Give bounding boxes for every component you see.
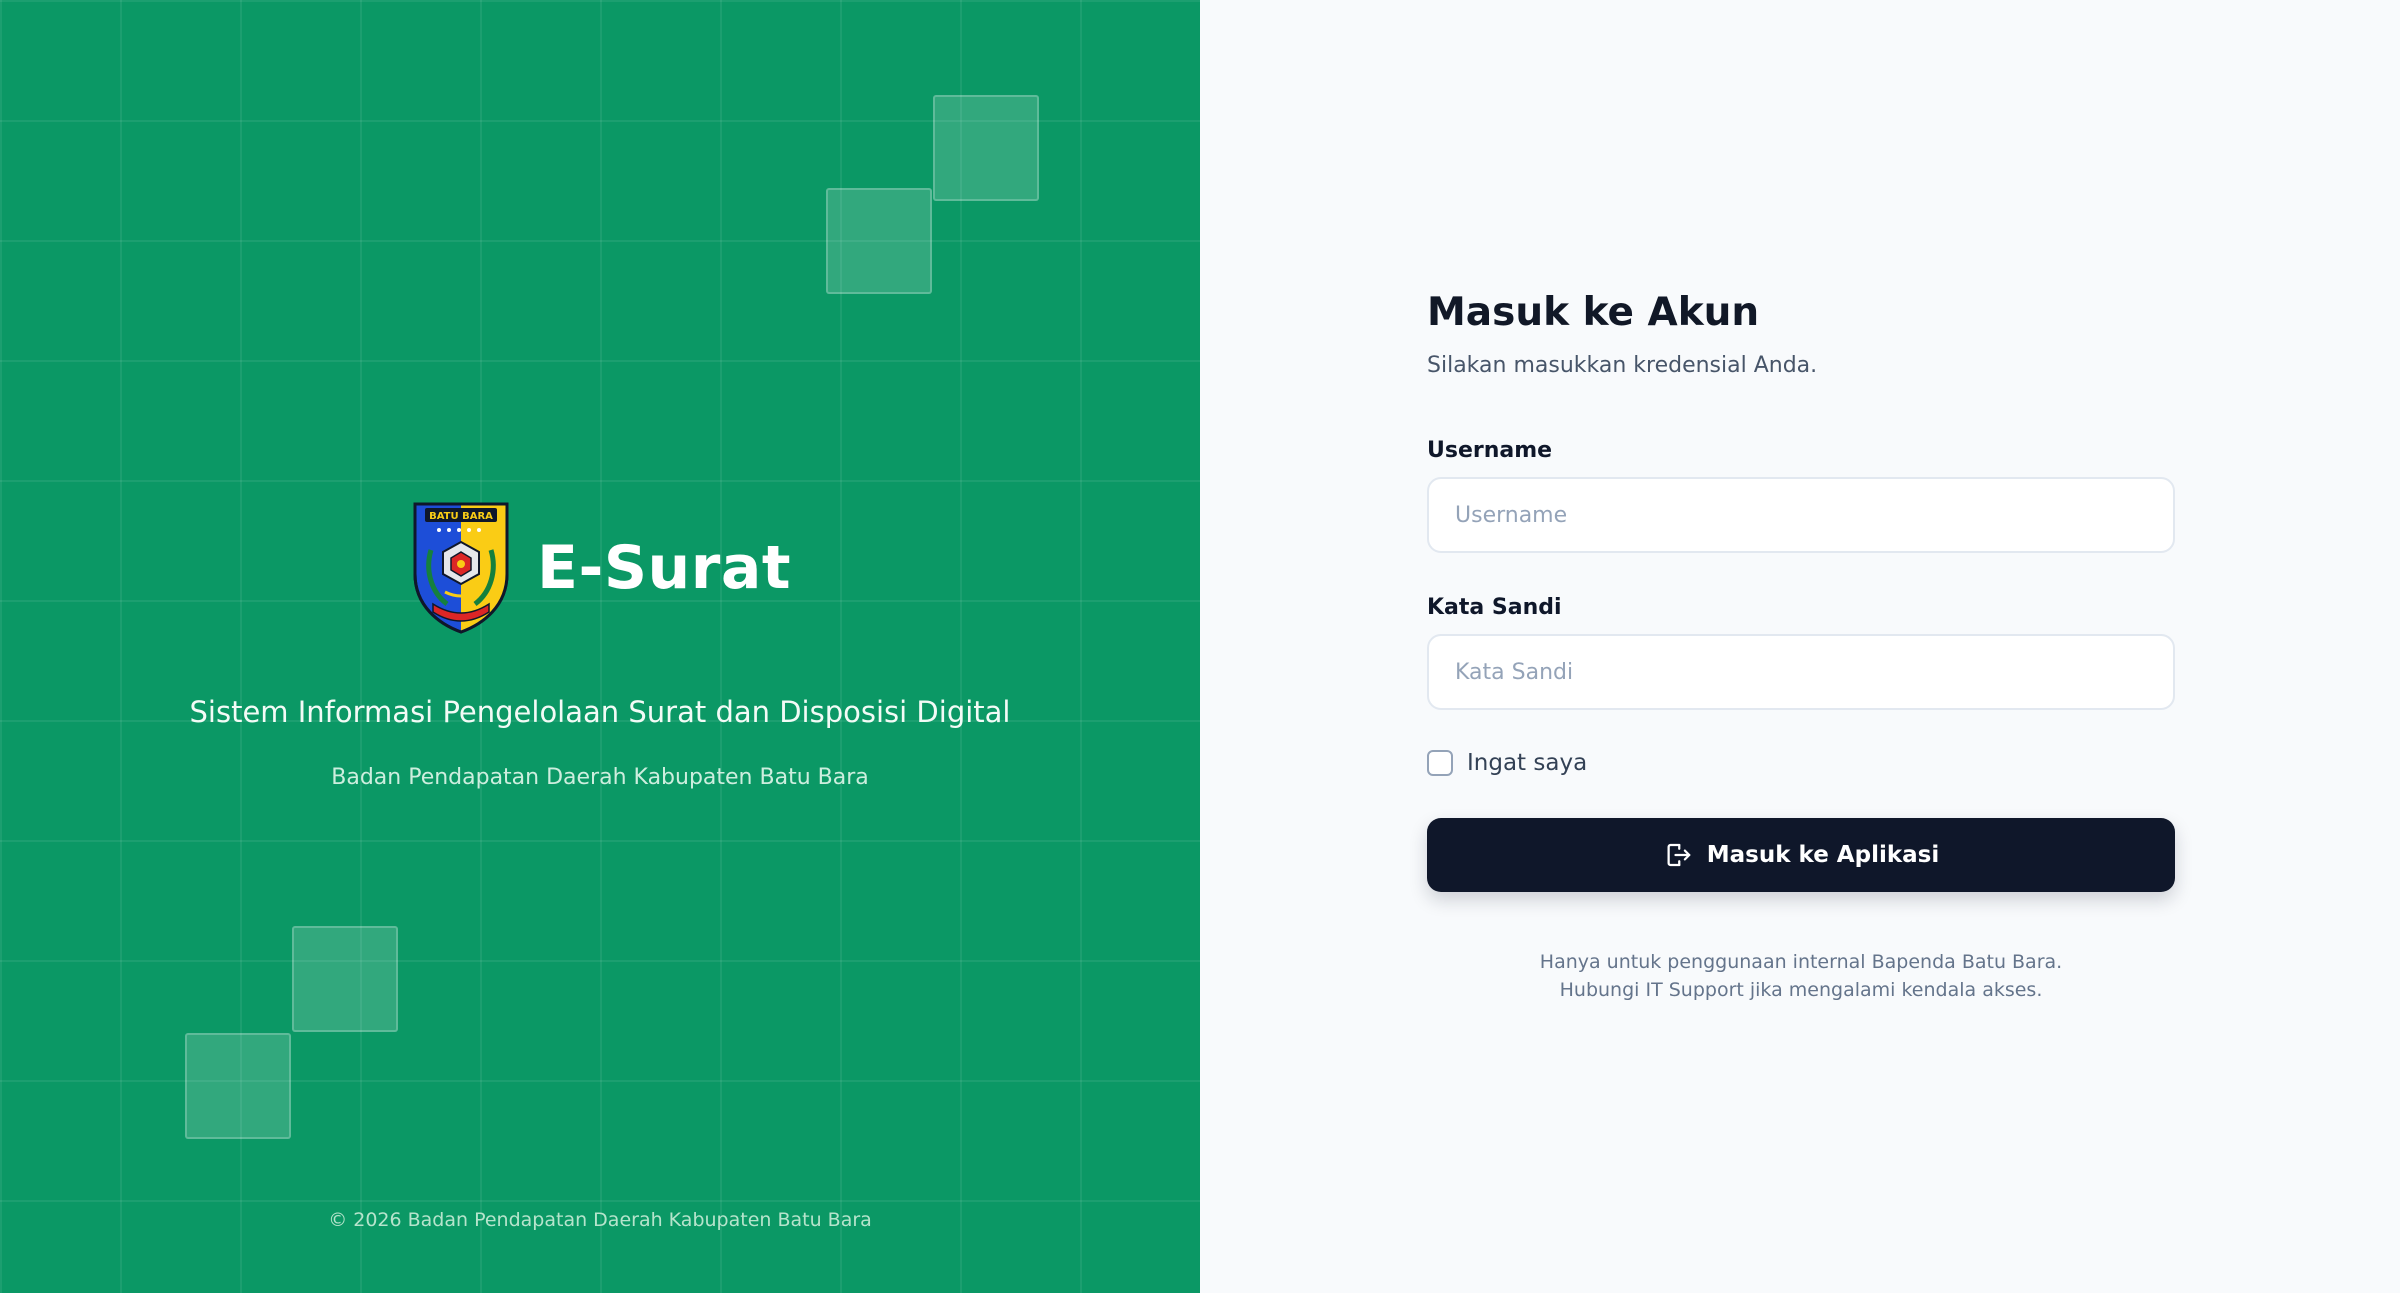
app-tagline: Sistem Informasi Pengelolaan Surat dan D… bbox=[189, 695, 1011, 729]
regency-emblem-icon: BATU BARA bbox=[413, 502, 509, 634]
branding-panel: BATU BARA E-Surat Sistem Informasi Penge… bbox=[0, 0, 1200, 1293]
footnote-line: Hanya untuk penggunaan internal Bapenda … bbox=[1539, 951, 2063, 973]
password-input[interactable] bbox=[1427, 634, 2175, 710]
decorative-square bbox=[185, 1033, 291, 1139]
login-icon bbox=[1667, 843, 1691, 867]
brand-header: BATU BARA E-Surat bbox=[0, 500, 1200, 636]
decorative-square bbox=[826, 188, 932, 294]
form-title: Masuk ke Akun bbox=[1427, 290, 1760, 335]
app-name: E-Surat bbox=[536, 533, 792, 603]
organization-name: Badan Pendapatan Daerah Kabupaten Batu B… bbox=[331, 765, 869, 790]
remember-me-row: Ingat saya bbox=[1427, 750, 2175, 776]
decorative-square bbox=[292, 926, 398, 1032]
username-input[interactable] bbox=[1427, 477, 2175, 553]
decorative-square bbox=[933, 95, 1039, 201]
login-button-label: Masuk ke Aplikasi bbox=[1706, 842, 1940, 868]
emblem-banner-text: BATU BARA bbox=[429, 511, 493, 522]
username-label: Username bbox=[1427, 438, 1553, 463]
remember-me-label[interactable]: Ingat saya bbox=[1467, 750, 1587, 776]
login-panel: Masuk ke Akun Silakan masukkan kredensia… bbox=[1200, 0, 2400, 1293]
login-form: Masuk ke Akun Silakan masukkan kredensia… bbox=[1427, 290, 2175, 1004]
access-footnote: Hanya untuk penggunaan internal Bapenda … bbox=[1427, 948, 2175, 1004]
footnote-line: Hubungi IT Support jika mengalami kendal… bbox=[1559, 979, 2043, 1001]
copyright-text: © 2026 Badan Pendapatan Daerah Kabupaten… bbox=[328, 1209, 872, 1231]
form-subtitle: Silakan masukkan kredensial Anda. bbox=[1427, 353, 1818, 378]
login-button[interactable]: Masuk ke Aplikasi bbox=[1427, 818, 2175, 892]
password-label: Kata Sandi bbox=[1427, 595, 1562, 620]
remember-me-checkbox[interactable] bbox=[1427, 750, 1453, 776]
